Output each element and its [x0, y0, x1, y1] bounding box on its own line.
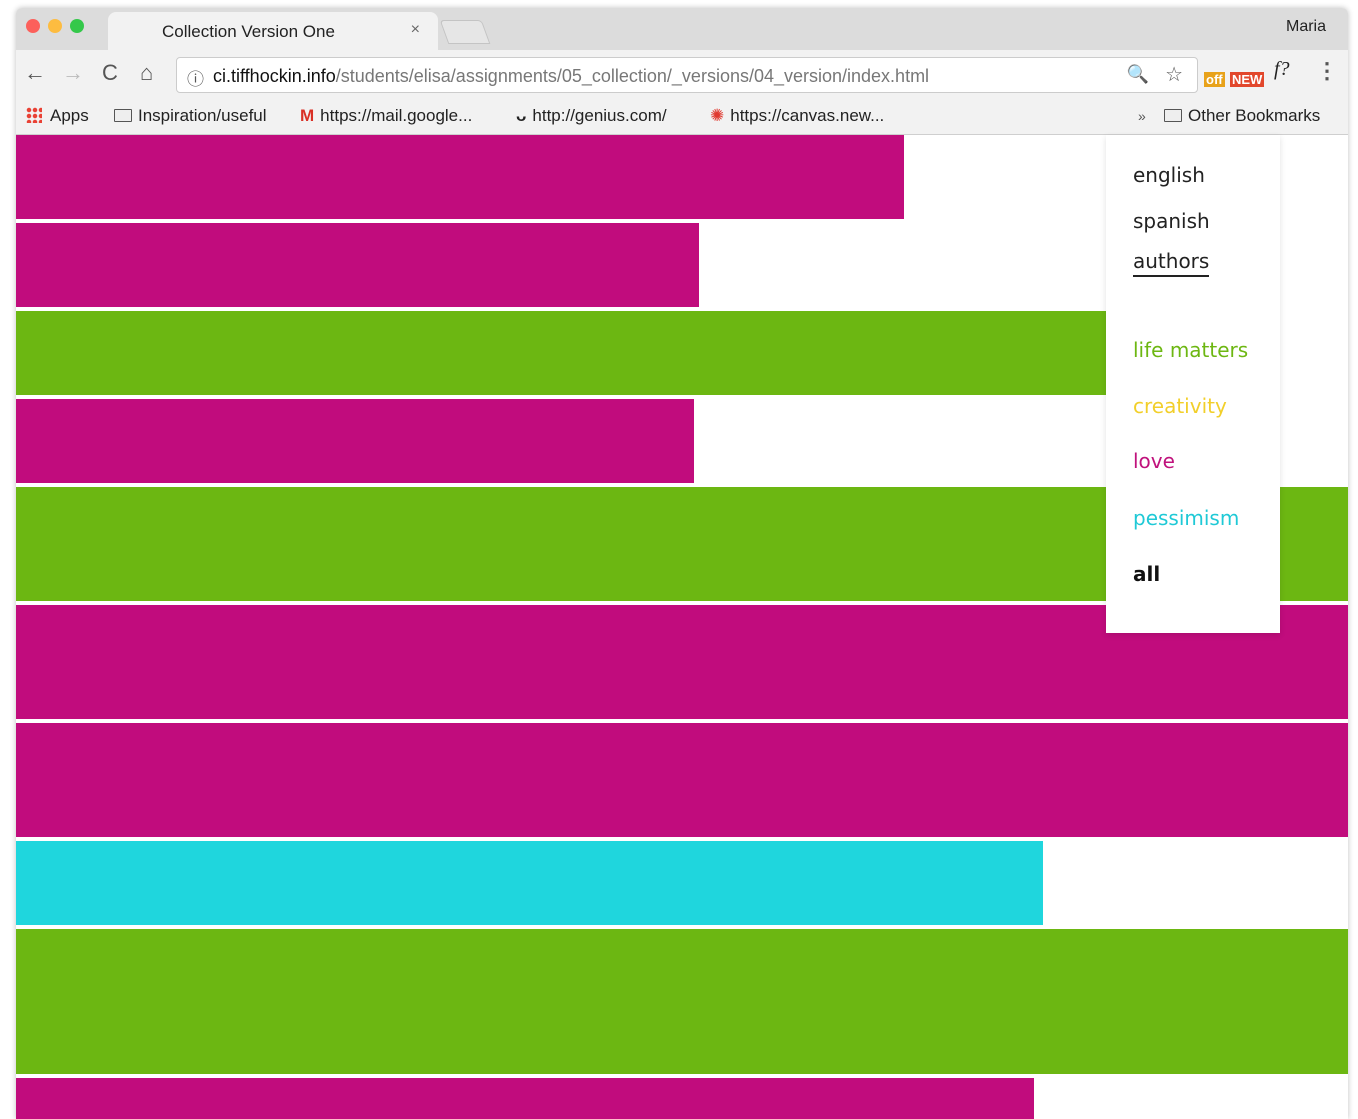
bar-love[interactable] [16, 223, 699, 307]
extension-off-icon[interactable]: off [1204, 72, 1225, 87]
page-content: english spanish authors life matters cre… [16, 135, 1348, 1119]
bookmark-apps[interactable]: Apps [26, 106, 89, 126]
home-icon[interactable]: ⌂ [140, 60, 153, 86]
browser-window: Collection Version One × Maria ← → C ⌂ ⓘ… [16, 8, 1348, 1119]
reload-icon[interactable]: C [102, 60, 118, 86]
filter-menu: english spanish authors life matters cre… [1106, 135, 1280, 633]
close-window-button[interactable] [26, 19, 40, 33]
menu-item-english[interactable]: english [1133, 163, 1205, 187]
apps-grid-icon [26, 107, 42, 123]
profile-name[interactable]: Maria [1286, 18, 1326, 36]
menu-item-authors[interactable]: authors [1133, 249, 1210, 277]
tab-title: Collection Version One [162, 22, 335, 41]
gmail-icon: M [300, 106, 315, 125]
tab-close-icon[interactable]: × [411, 21, 420, 39]
bookmarks-bar: Apps Inspiration/useful Mhttps://mail.go… [16, 98, 1348, 135]
bar-life-matters[interactable] [16, 311, 1106, 395]
bookmark-folder-inspiration[interactable]: Inspiration/useful [114, 106, 267, 126]
filter-life-matters[interactable]: life matters [1133, 338, 1248, 362]
folder-icon [114, 109, 132, 122]
menu-dots-icon[interactable]: ⋮ [1316, 58, 1338, 84]
new-tab-button[interactable] [439, 20, 491, 44]
toolbar: ← → C ⌂ ⓘ ci.tiffhockin.info/students/el… [16, 50, 1348, 98]
bookmark-genius[interactable]: ᴗ http://genius.com/ [516, 106, 667, 126]
back-arrow-icon[interactable]: ← [24, 60, 46, 86]
extension-f-icon[interactable]: f? [1274, 58, 1290, 81]
url-text[interactable]: ci.tiffhockin.info/students/elisa/assign… [213, 66, 929, 87]
tab-active[interactable]: Collection Version One × [108, 12, 438, 50]
zoom-icon[interactable]: 🔍 [1127, 64, 1149, 85]
filter-love[interactable]: love [1133, 449, 1175, 473]
url-host: ci.tiffhockin.info [213, 66, 336, 86]
bar-love[interactable] [16, 399, 694, 483]
filter-all[interactable]: all [1133, 562, 1160, 586]
extension-new-icon[interactable]: NEW [1230, 72, 1265, 87]
forward-arrow-icon[interactable]: → [62, 60, 84, 86]
bar-love[interactable] [16, 135, 904, 219]
folder-icon [1164, 109, 1182, 122]
canvas-icon: ✺ [710, 106, 725, 125]
bookmarks-overflow-icon[interactable]: » [1138, 108, 1146, 124]
url-path: /students/elisa/assignments/05_collectio… [335, 66, 930, 86]
bar-life-matters[interactable] [16, 929, 1348, 1074]
bar-love[interactable] [16, 1078, 1034, 1119]
address-bar[interactable]: ⓘ ci.tiffhockin.info/students/elisa/assi… [176, 57, 1198, 93]
filter-creativity[interactable]: creativity [1133, 394, 1227, 418]
bar-pessimism[interactable] [16, 841, 1043, 925]
bookmark-gmail[interactable]: Mhttps://mail.google... [300, 106, 472, 126]
genius-icon: ᴗ [516, 106, 527, 125]
bookmark-canvas[interactable]: ✺ https://canvas.new... [710, 106, 884, 126]
menu-item-spanish[interactable]: spanish [1133, 209, 1210, 233]
bar-love[interactable] [16, 723, 1348, 837]
filter-pessimism[interactable]: pessimism [1133, 506, 1239, 530]
bookmark-star-icon[interactable]: ☆ [1165, 62, 1183, 87]
minimize-window-button[interactable] [48, 19, 62, 33]
tab-bar: Collection Version One × Maria [16, 8, 1348, 50]
info-icon[interactable]: ⓘ [187, 65, 204, 90]
maximize-window-button[interactable] [70, 19, 84, 33]
bookmark-other-folder[interactable]: Other Bookmarks [1164, 106, 1320, 126]
